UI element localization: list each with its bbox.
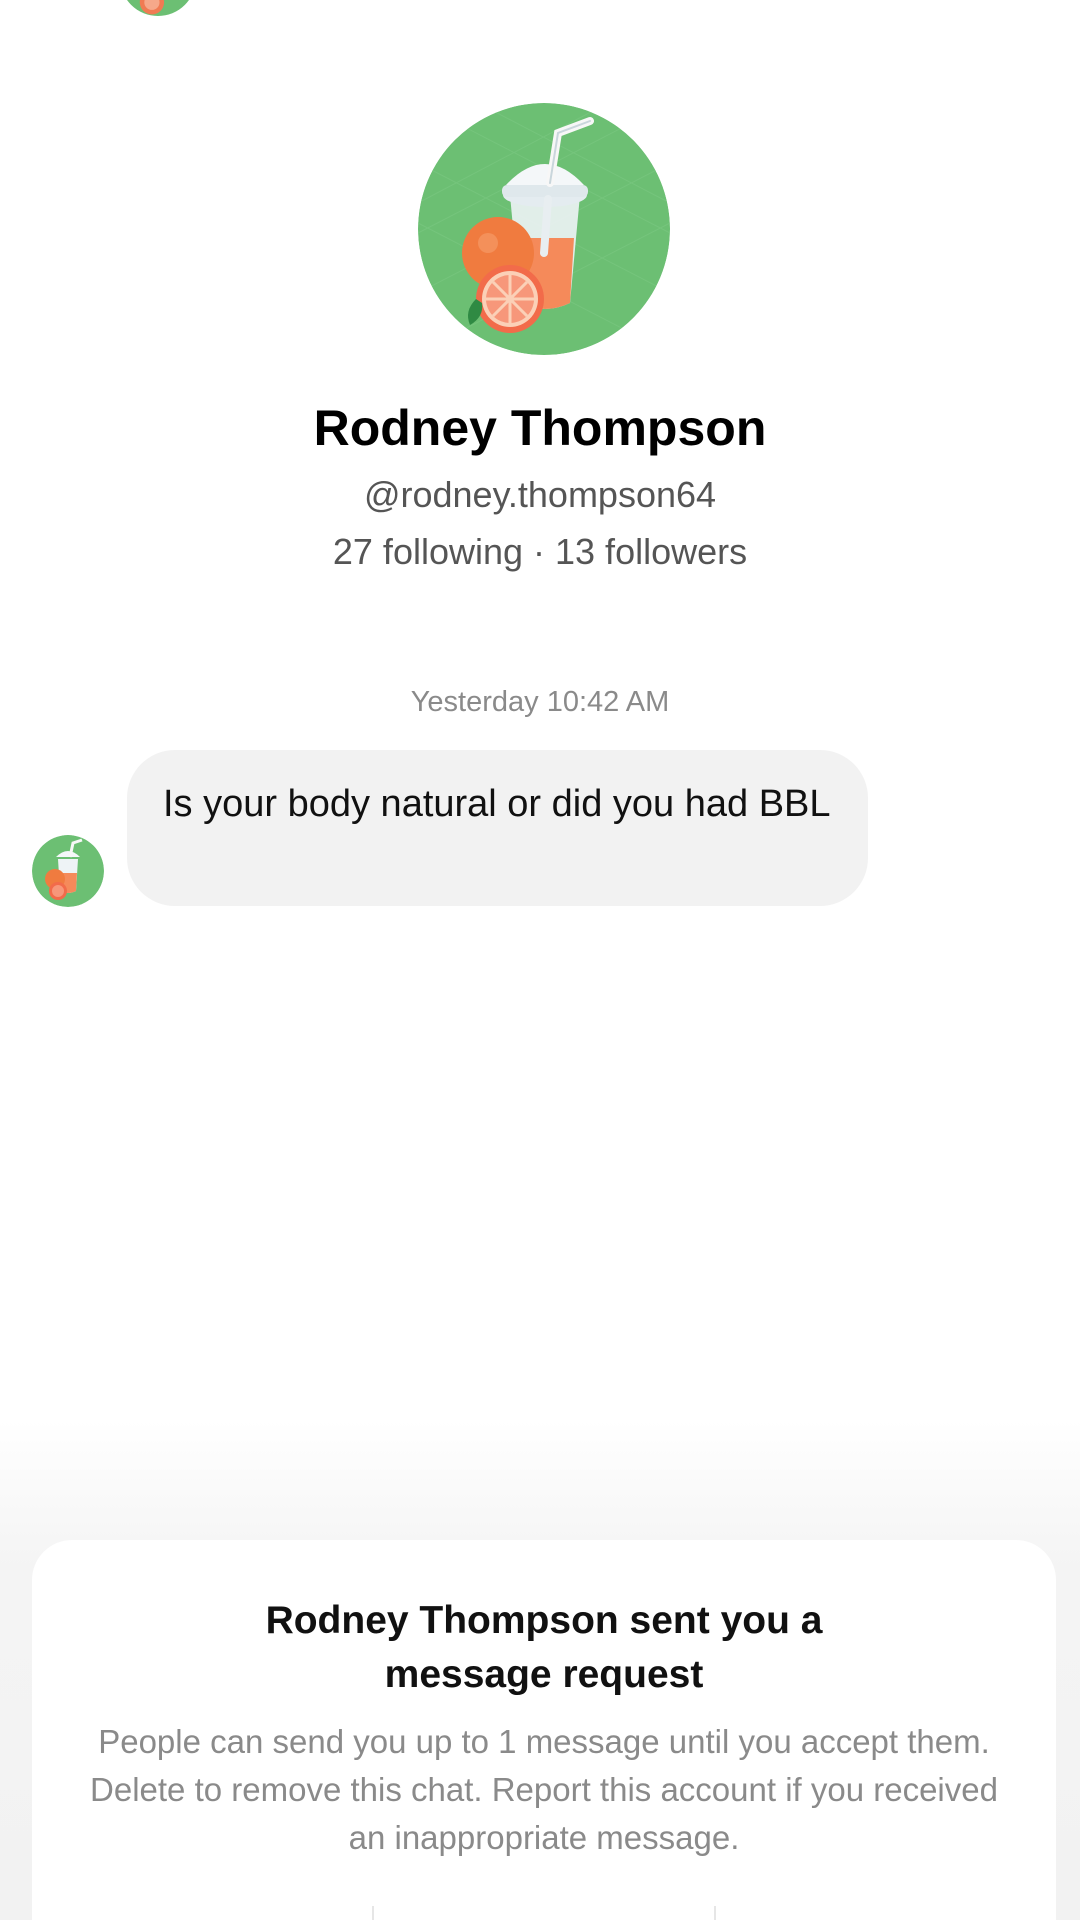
profile-avatar[interactable] <box>418 103 670 355</box>
profile-stats: 27 following · 13 followers <box>0 530 1080 574</box>
orange-juice-avatar-icon <box>32 835 104 907</box>
back-arrow-icon[interactable] <box>44 0 84 2</box>
sender-avatar[interactable] <box>32 835 104 907</box>
request-title: Rodney Thompson sent you a message reque… <box>32 1594 1056 1702</box>
header-avatar[interactable] <box>120 0 196 18</box>
message-timestamp: Yesterday 10:42 AM <box>410 686 670 718</box>
profile-name: Rodney Thompson <box>313 400 767 456</box>
profile-handle: @rodney.thompson64 <box>363 474 717 515</box>
request-actions <box>32 1906 1056 1920</box>
following-count[interactable]: 27 following <box>333 531 523 572</box>
request-title-line-1: Rodney Thompson sent you a <box>265 1599 823 1642</box>
request-title-line-2: message request <box>384 1653 704 1696</box>
chat-screen: Rodney Thompson @rodney.thompson64 27 fo… <box>0 0 1080 1920</box>
report-button[interactable] <box>32 1906 374 1920</box>
message-request-sheet: Rodney Thompson sent you a message reque… <box>32 1540 1056 1920</box>
followers-count[interactable]: 13 followers <box>555 531 747 572</box>
orange-juice-avatar-icon <box>418 103 670 355</box>
message-bubble[interactable]: Is your body natural or did you had BBL <box>127 750 868 906</box>
delete-button[interactable] <box>374 1906 716 1920</box>
stats-separator: · <box>533 531 546 572</box>
request-description: People can send you up to 1 message unti… <box>90 1723 998 1856</box>
accept-button[interactable] <box>716 1906 1056 1920</box>
